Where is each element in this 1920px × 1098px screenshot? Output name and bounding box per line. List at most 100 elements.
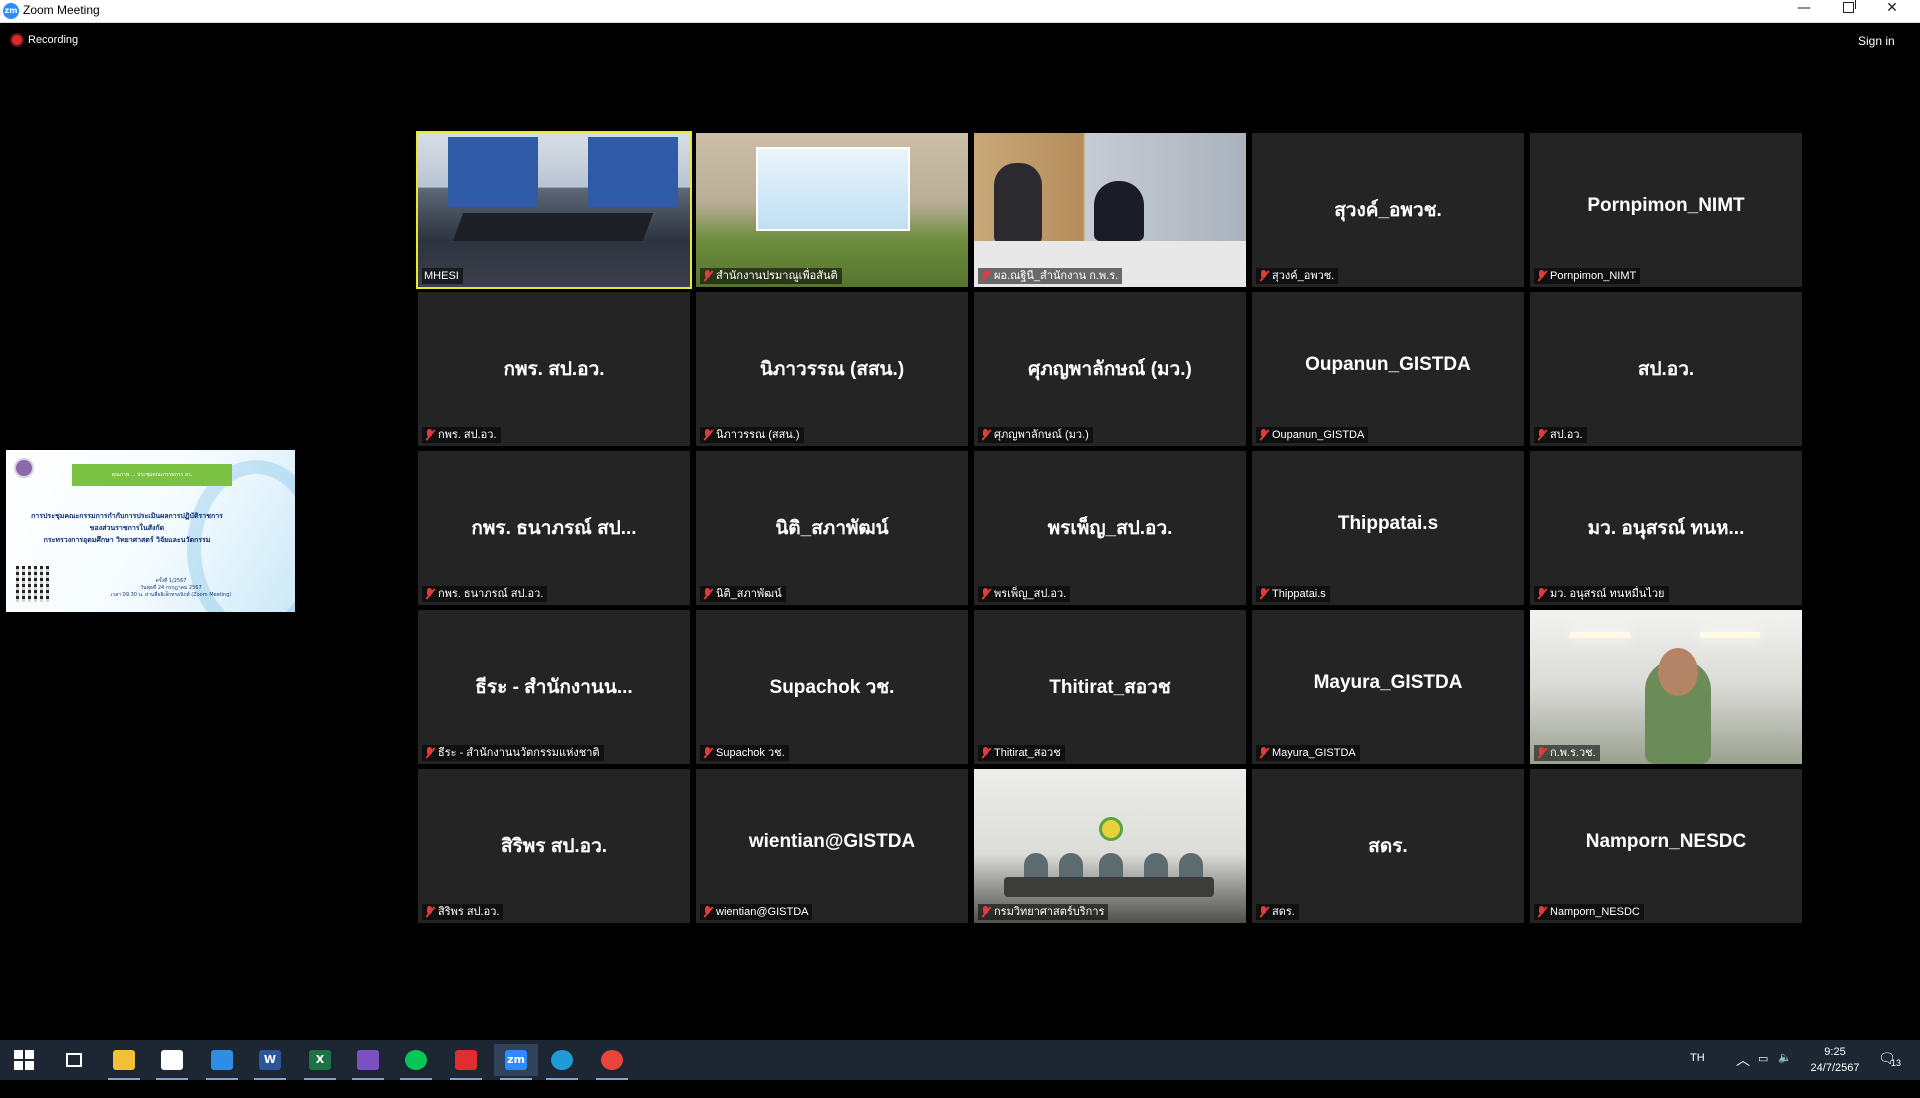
video-scene-element <box>1004 877 1214 897</box>
onenote-button[interactable] <box>346 1044 390 1080</box>
participant-tile[interactable]: Namporn_NESDC Namporn_NESDC <box>1530 769 1802 923</box>
zoom-button[interactable]: zm <box>494 1044 538 1080</box>
participant-tile[interactable]: สุวงค์_อพวช. สุวงค์_อพวช. <box>1252 133 1524 287</box>
video-scene-element <box>448 137 538 207</box>
participant-video <box>418 133 690 287</box>
start-button[interactable] <box>2 1044 46 1076</box>
participant-name-label: สำนักงานปรมาณูเพื่อสันติ <box>700 268 842 284</box>
window-title: Zoom Meeting <box>23 3 100 17</box>
line-button[interactable] <box>394 1044 438 1080</box>
participant-tile[interactable]: Supachok วช. Supachok วช. <box>696 610 968 764</box>
participant-display-name: กพร. ธนาภรณ์ สป... <box>471 518 637 539</box>
participant-tile[interactable]: ก.พ.ร.วช. <box>1530 610 1802 764</box>
pdf-reader-button[interactable] <box>444 1044 488 1080</box>
recording-indicator[interactable]: Recording <box>12 34 78 46</box>
close-button[interactable]: ✕ <box>1870 0 1914 22</box>
minimize-button[interactable]: — <box>1782 0 1826 22</box>
task-view-button[interactable] <box>52 1044 96 1076</box>
participant-name-label: Supachok วช. <box>700 745 789 761</box>
video-scene-element <box>1099 817 1123 841</box>
participant-tile[interactable]: กพร. ธนาภรณ์ สป... กพร. ธนาภรณ์ สป.อว. <box>418 451 690 605</box>
participant-tile[interactable]: สป.อว. สป.อว. <box>1530 292 1802 446</box>
shared-heading-line: การประชุมคณะกรรมการกำกับการประเมินผลการป… <box>31 512 223 520</box>
muted-mic-icon <box>980 906 991 918</box>
participant-tile[interactable]: ธีระ - สำนักงานน... ธีระ - สำนักงานนวัตกร… <box>418 610 690 764</box>
muted-mic-icon <box>1258 588 1269 600</box>
participant-name-label: wientian@GISTDA <box>700 904 813 920</box>
shared-banner: คุณภาพ ... ประชุมคณะกรรมการ อว. <box>72 464 232 486</box>
participant-name: สดร. <box>1272 906 1295 918</box>
participant-tile[interactable]: Pornpimon_NIMT Pornpimon_NIMT <box>1530 133 1802 287</box>
video-scene-element <box>588 137 678 207</box>
mail-button[interactable] <box>200 1044 244 1080</box>
participant-name: สป.อว. <box>1550 429 1583 441</box>
participant-name-label: ศุภญพาลักษณ์ (มว.) <box>978 427 1093 443</box>
participant-name-label: นิภาวรรณ (สสน.) <box>700 427 804 443</box>
participant-display-name: นิติ_สภาพัฒน์ <box>775 518 889 539</box>
participant-tile[interactable]: สดร. สดร. <box>1252 769 1524 923</box>
chrome-button[interactable] <box>590 1044 634 1080</box>
participant-tile[interactable]: นิภาวรรณ (สสน.) นิภาวรรณ (สสน.) <box>696 292 968 446</box>
microsoft-store-button[interactable] <box>150 1044 194 1080</box>
participant-tile[interactable]: พรเพ็ญ_สป.อว. พรเพ็ญ_สป.อว. <box>974 451 1246 605</box>
windows-taskbar: TH ︿ ▭ 🔈 9:25 24/7/2567 🗨 13 W Xzm <box>0 1040 1920 1080</box>
shared-screen-thumbnail[interactable]: คุณภาพ ... ประชุมคณะกรรมการ อว. การประชุ… <box>6 450 295 612</box>
recording-label: Recording <box>28 34 79 46</box>
video-scene-element <box>1658 648 1698 696</box>
participant-tile[interactable]: Thippatai.s Thippatai.s <box>1252 451 1524 605</box>
participant-tile[interactable]: สิริพร สป.อว. สิริพร สป.อว. <box>418 769 690 923</box>
muted-mic-icon <box>1258 270 1269 282</box>
participant-tile[interactable]: Mayura_GISTDA Mayura_GISTDA <box>1252 610 1524 764</box>
edge-button[interactable] <box>540 1044 584 1080</box>
muted-mic-icon <box>424 588 435 600</box>
taskbar-clock[interactable]: 9:25 24/7/2567 <box>1800 1044 1870 1076</box>
participant-tile[interactable]: สำนักงานปรมาณูเพื่อสันติ <box>696 133 968 287</box>
participant-tile[interactable]: ผอ.ณฐินี_สำนักงาน ก.พ.ร. <box>974 133 1246 287</box>
participant-tile[interactable]: มว. อนุสรณ์ ทนห... มว. อนุสรณ์ ทนหมื่นไวย <box>1530 451 1802 605</box>
participant-name: กพร. สป.อว. <box>438 429 497 441</box>
chrome-icon <box>601 1050 623 1070</box>
participant-name-label: MHESI <box>422 268 463 284</box>
word-button[interactable]: W <box>248 1044 292 1080</box>
restore-button[interactable] <box>1826 0 1870 22</box>
participant-name-label: พรเพ็ญ_สป.อว. <box>978 586 1071 602</box>
network-icon[interactable]: ▭ <box>1758 1052 1768 1092</box>
participant-display-name: นิภาวรรณ (สสน.) <box>759 359 905 380</box>
participant-tile[interactable]: กรมวิทยาศาสตร์บริการ <box>974 769 1246 923</box>
muted-mic-icon <box>1258 429 1269 441</box>
pdf-icon <box>455 1050 477 1070</box>
muted-mic-icon <box>1536 429 1547 441</box>
participant-name-label: Namporn_NESDC <box>1534 904 1644 920</box>
shared-detail-line: เวลา 09.30 น. ผ่านสื่ออิเล็กทรอนิกส์ (Zo… <box>110 592 232 598</box>
participant-name-label: Pornpimon_NIMT <box>1534 268 1641 284</box>
participant-tile[interactable]: นิติ_สภาพัฒน์ นิติ_สภาพัฒน์ <box>696 451 968 605</box>
muted-mic-icon <box>424 429 435 441</box>
participant-tile[interactable]: wientian@GISTDA wientian@GISTDA <box>696 769 968 923</box>
participant-display-name: Supachok วช. <box>769 677 895 698</box>
participant-tile[interactable]: Oupanun_GISTDA Oupanun_GISTDA <box>1252 292 1524 446</box>
recording-icon <box>12 35 22 45</box>
shared-detail-line: ครั้งที่ 1/2567 <box>155 578 187 584</box>
participant-name: ธีระ - สำนักงานนวัตกรรมแห่งชาติ <box>438 747 600 759</box>
participant-name: Supachok วช. <box>716 747 785 759</box>
participant-video <box>1530 610 1802 764</box>
muted-mic-icon <box>424 906 435 918</box>
sign-in-button[interactable]: Sign in <box>1858 34 1895 48</box>
participant-name: กรมวิทยาศาสตร์บริการ <box>994 906 1105 918</box>
participant-tile[interactable]: กพร. สป.อว. กพร. สป.อว. <box>418 292 690 446</box>
participant-tile[interactable]: ศุภญพาลักษณ์ (มว.) ศุภญพาลักษณ์ (มว.) <box>974 292 1246 446</box>
participant-tile[interactable]: MHESI <box>416 131 692 289</box>
participant-display-name: Thippatai.s <box>1337 513 1439 534</box>
participant-name-label: กพร. สป.อว. <box>422 427 501 443</box>
file-explorer-button[interactable] <box>102 1044 146 1080</box>
line-icon <box>405 1050 427 1070</box>
participant-tile[interactable]: Thitirat_สอวช Thitirat_สอวช <box>974 610 1246 764</box>
volume-icon[interactable]: 🔈 <box>1778 1051 1792 1091</box>
windows-icon <box>14 1050 34 1070</box>
language-indicator[interactable]: TH <box>1690 1052 1705 1092</box>
muted-mic-icon <box>1258 906 1269 918</box>
shared-heading-line: กระทรวงการอุดมศึกษา วิทยาศาสตร์ วิจัยและ… <box>43 536 211 544</box>
excel-button[interactable]: X <box>298 1044 342 1080</box>
participant-name: กพร. ธนาภรณ์ สป.อว. <box>438 588 544 600</box>
show-hidden-icons-chevron-icon[interactable]: ︿ <box>1736 1050 1750 1090</box>
